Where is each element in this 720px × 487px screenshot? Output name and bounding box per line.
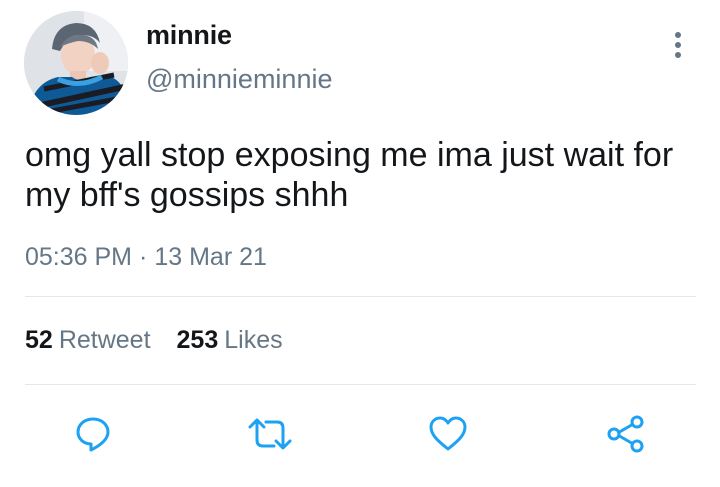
timestamp-separator: · bbox=[139, 243, 148, 271]
retweets-stat[interactable]: 52 Retweet bbox=[25, 326, 151, 355]
tweet-date: 13 Mar 21 bbox=[154, 243, 267, 271]
user-handle[interactable]: @minnieminnie bbox=[146, 64, 332, 95]
likes-stat[interactable]: 253 Likes bbox=[177, 326, 283, 355]
share-button[interactable] bbox=[604, 412, 648, 456]
divider bbox=[25, 296, 696, 297]
display-name[interactable]: minnie bbox=[146, 20, 232, 51]
retweets-count: 52 bbox=[25, 326, 53, 354]
more-vertical-icon bbox=[675, 32, 681, 58]
retweet-button[interactable] bbox=[248, 412, 292, 456]
heart-icon bbox=[429, 416, 467, 451]
retweet-icon bbox=[248, 418, 292, 450]
tweet-timestamp[interactable]: 05:36 PM · 13 Mar 21 bbox=[25, 243, 267, 272]
likes-count: 253 bbox=[176, 326, 219, 354]
share-icon bbox=[607, 415, 644, 453]
divider bbox=[25, 384, 696, 385]
likes-label: Likes bbox=[224, 326, 283, 354]
like-button[interactable] bbox=[426, 412, 470, 456]
action-bar bbox=[0, 412, 720, 456]
reply-icon bbox=[76, 417, 110, 452]
avatar[interactable] bbox=[24, 11, 128, 115]
tweet-text: omg yall stop exposing me ima just wait … bbox=[25, 136, 674, 214]
more-options-button[interactable] bbox=[664, 28, 692, 62]
tweet-stats: 52 Retweet 253 Likes bbox=[25, 326, 309, 355]
retweets-label: Retweet bbox=[58, 326, 151, 354]
reply-button[interactable] bbox=[71, 412, 115, 456]
tweet-time: 05:36 PM bbox=[25, 243, 133, 271]
